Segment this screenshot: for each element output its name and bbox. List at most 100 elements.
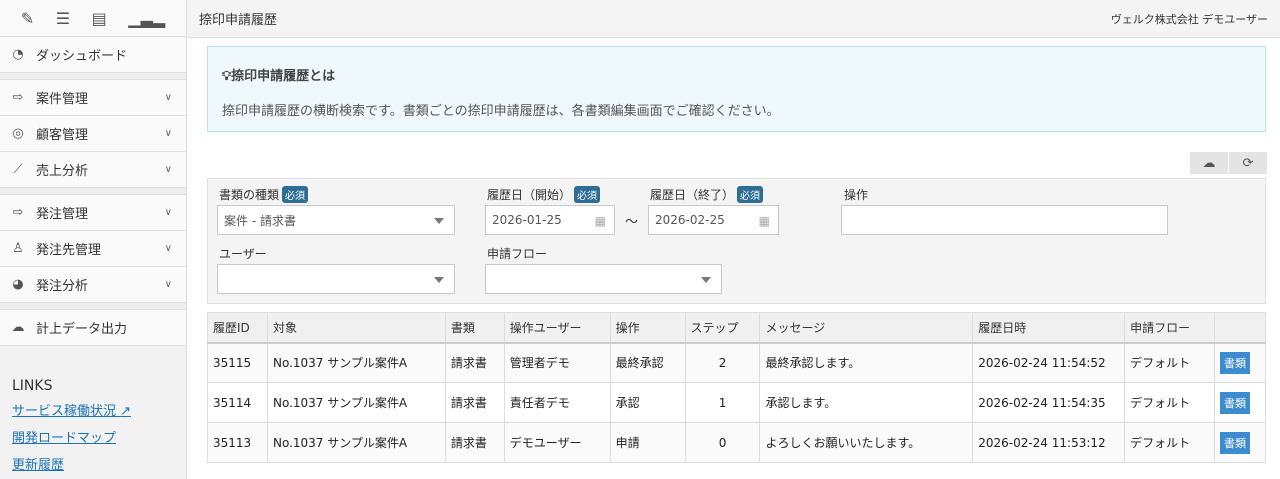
chevron-down-icon: ∨ — [164, 207, 172, 218]
end-date-input[interactable]: 2026-02-25 ▦ — [648, 205, 779, 235]
table-cell: No.1037 サンプル案件A — [266, 382, 446, 423]
doc-type-select[interactable]: 案件 - 請求書 — [217, 205, 455, 235]
table-cell: デフォルト — [1124, 382, 1215, 423]
info-box: 💡︎捺印申請履歴とは 捺印申請履歴の横断検索です。書類ごとの捺印申請履歴は、各書… — [207, 46, 1266, 132]
chevron-down-icon: ∨ — [164, 279, 172, 290]
table-cell: 書類 — [1213, 342, 1267, 383]
table-cell: よろしくお願いいたします。 — [759, 422, 974, 463]
flow-select[interactable] — [485, 264, 722, 294]
column-header[interactable]: 操作ユーザー — [503, 312, 611, 344]
history-table: 履歴ID 対象 書類 操作ユーザー 操作 ステップ メッセージ 履歴日時 申請フロー 35115… — [207, 312, 1267, 463]
table-row: 35115 No.1037 サンプル案件A 請求書 管理者デモ 最終承認 2 最終承認します… — [207, 342, 1267, 383]
user-circle-icon: ◎ — [12, 126, 24, 141]
refresh-button[interactable]: ⟳ — [1229, 152, 1267, 174]
sidebar-item-suppliers[interactable]: ♙ 発注先管理 ∨ — [0, 231, 186, 267]
required-badge: 必須 — [574, 186, 601, 203]
table-cell: デフォルト — [1124, 342, 1215, 383]
calendar-icon: ▦ — [758, 214, 770, 228]
sidebar-item-projects[interactable]: ⇨ 案件管理 ∨ — [0, 80, 186, 116]
table-cell: 2026-02-24 11:53:12 — [972, 422, 1126, 463]
table-cell: 申請 — [609, 422, 686, 463]
info-text: 捺印申請履歴の横断検索です。書類ごとの捺印申請履歴は、各書類編集画面でご確認くだ… — [222, 104, 780, 119]
list-box-icon[interactable]: ▤ — [92, 9, 107, 28]
table-cell: 請求書 — [444, 342, 505, 383]
cloud-download-icon: ☁ — [11, 320, 25, 335]
sidebar-item-orders[interactable]: ⇨ 発注管理 ∨ — [0, 195, 186, 231]
user-label: ユーザー — [219, 247, 267, 261]
search-filter: 書類の種類 必須 案件 - 請求書 履歴日（開始） 必須 2026-01-25 ▦ 〜… — [207, 178, 1266, 304]
bar-chart-icon[interactable]: ▁▃▂ — [128, 9, 165, 28]
list-icon[interactable]: ☰ — [56, 9, 70, 28]
gauge-icon: ◔ — [12, 47, 24, 62]
column-header[interactable]: 履歴ID — [207, 312, 268, 344]
column-header[interactable] — [1213, 312, 1267, 344]
link-roadmap[interactable]: 開発ロードマップ — [12, 427, 174, 446]
user-select[interactable] — [217, 264, 455, 294]
open-document-button[interactable]: 書類 — [1219, 351, 1250, 374]
column-header[interactable]: 対象 — [266, 312, 446, 344]
table-cell: No.1037 サンプル案件A — [266, 342, 446, 383]
sign-in-icon: ⇨ — [12, 90, 24, 105]
dropdown-arrow-icon — [434, 218, 444, 224]
table-cell: 書類 — [1213, 382, 1267, 423]
table-header: 履歴ID 対象 書類 操作ユーザー 操作 ステップ メッセージ 履歴日時 申請フロー — [207, 312, 1267, 344]
table-cell: デフォルト — [1124, 422, 1215, 463]
links-title: LINKS — [12, 378, 53, 394]
table-cell: 2 — [684, 342, 761, 383]
open-document-button[interactable]: 書類 — [1219, 391, 1250, 414]
refresh-icon: ⟳ — [1242, 155, 1254, 171]
pencil-icon[interactable]: ✎ — [21, 9, 34, 28]
sign-out-icon: ⇨ — [12, 205, 24, 220]
top-bar: 捺印申請履歴 ヴェルク株式会社 デモユーザー — [187, 0, 1280, 38]
column-header[interactable]: 履歴日時 — [972, 312, 1126, 344]
chevron-down-icon: ∨ — [164, 164, 172, 175]
operation-input[interactable] — [841, 205, 1168, 235]
links-section: LINKS サービス稼働状況 ↗ 開発ロードマップ 更新履歴 — [0, 346, 186, 473]
table-cell: デモユーザー — [503, 422, 611, 463]
sidebar-item-sales-analysis[interactable]: ⟋ 売上分析 ∨ — [0, 152, 186, 188]
sidebar-item-dashboard[interactable]: ◔ ダッシュボード — [0, 37, 186, 73]
user-menu[interactable]: ヴェルク株式会社 デモユーザー — [1111, 11, 1268, 27]
flow-label: 申請フロー — [487, 247, 548, 261]
required-badge: 必須 — [737, 186, 764, 203]
table-cell: 承認します。 — [759, 382, 974, 423]
cloud-download-icon: ☁ — [1202, 155, 1216, 171]
lightbulb-icon: 💡︎ — [222, 69, 232, 84]
info-title: 捺印申請履歴とは — [231, 69, 336, 84]
column-header[interactable]: 操作 — [609, 312, 686, 344]
table-cell: No.1037 サンプル案件A — [266, 422, 446, 463]
sidebar-item-order-analysis[interactable]: ◕ 発注分析 ∨ — [0, 267, 186, 303]
start-date-input[interactable]: 2026-01-25 ▦ — [485, 205, 615, 235]
download-button[interactable]: ☁ — [1190, 152, 1228, 174]
column-header[interactable]: メッセージ — [759, 312, 974, 344]
table-cell: 1 — [684, 382, 761, 423]
open-document-button[interactable]: 書類 — [1219, 431, 1250, 454]
table-cell: 35113 — [207, 422, 268, 463]
table-cell: 35115 — [207, 342, 268, 383]
table-cell: 2026-02-24 11:54:52 — [972, 342, 1126, 383]
table-cell: 35114 — [207, 382, 268, 423]
sidebar-item-export[interactable]: ☁ 計上データ出力 — [0, 310, 186, 346]
table-row: 35114 No.1037 サンプル案件A 請求書 責任者デモ 承認 1 承認します。 202… — [207, 382, 1267, 423]
column-header[interactable]: ステップ — [684, 312, 761, 344]
chevron-down-icon: ∨ — [164, 243, 172, 254]
column-header[interactable]: 書類 — [444, 312, 505, 344]
column-header[interactable]: 申請フロー — [1124, 312, 1215, 344]
link-changelog[interactable]: 更新履歴 — [12, 454, 174, 473]
table-cell: 管理者デモ — [503, 342, 611, 383]
doc-type-label: 書類の種類 — [219, 188, 280, 202]
table-cell: 書類 — [1213, 422, 1267, 463]
link-service-status[interactable]: サービス稼働状況 ↗ — [12, 400, 174, 419]
start-date-label: 履歴日（開始） — [487, 188, 572, 202]
sidebar-toolbar: ✎ ☰ ▤ ▁▃▂ — [0, 0, 186, 37]
sidebar: ✎ ☰ ▤ ▁▃▂ ◔ ダッシュボード ⇨ 案件管理 ∨ ◎ 顧客管理 ∨ ⟋ 売上分析 ∨ … — [0, 0, 187, 479]
required-badge: 必須 — [282, 186, 309, 203]
chevron-down-icon: ∨ — [164, 128, 172, 139]
table-cell: 請求書 — [444, 422, 505, 463]
dropdown-arrow-icon — [701, 277, 711, 283]
sidebar-item-customers[interactable]: ◎ 顧客管理 ∨ — [0, 116, 186, 152]
operation-label: 操作 — [844, 188, 869, 202]
end-date-label: 履歴日（終了） — [650, 188, 735, 202]
table-cell: 請求書 — [444, 382, 505, 423]
pie-chart-icon: ◕ — [12, 277, 24, 292]
